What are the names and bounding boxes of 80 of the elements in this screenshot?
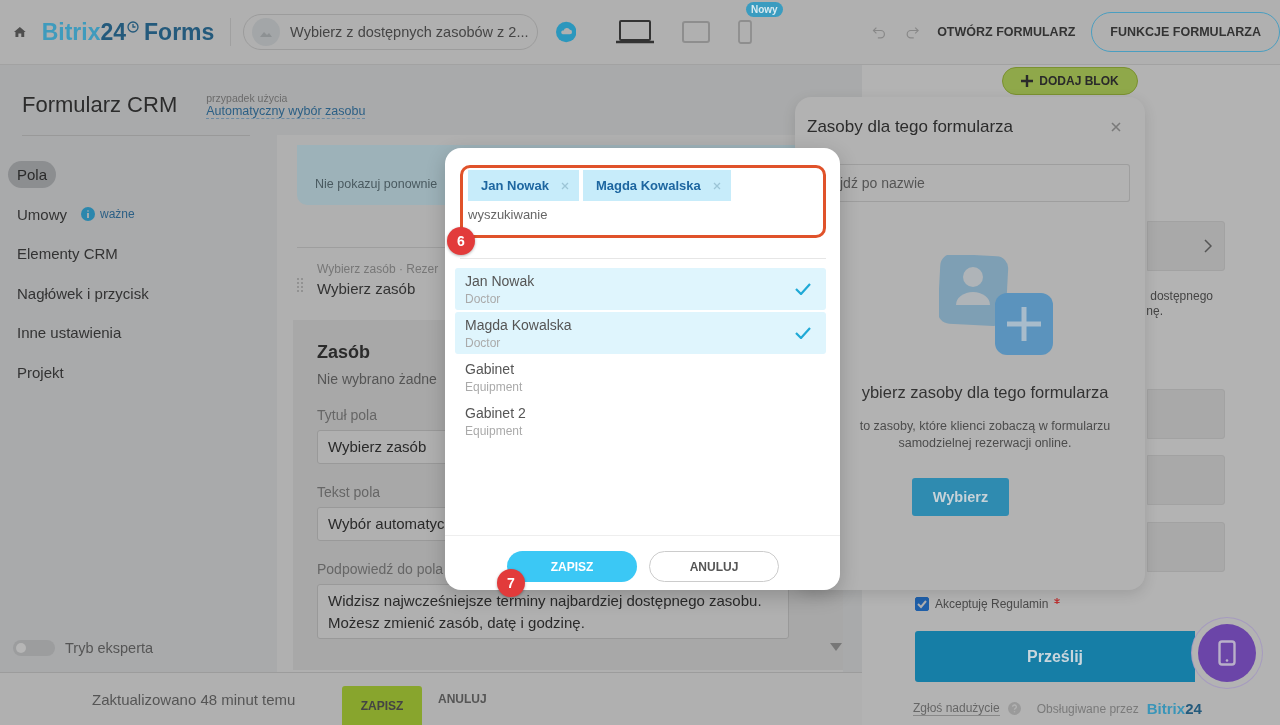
form-field-box[interactable] <box>1147 389 1225 439</box>
form-field-box[interactable] <box>1147 455 1225 505</box>
form-text: nę. <box>1146 304 1163 319</box>
option-type: Equipment <box>465 379 523 394</box>
report-abuse-link[interactable]: Zgłoś nadużycie <box>913 701 1000 716</box>
use-case-link[interactable]: Automatyczny wybór zasobu <box>206 103 366 119</box>
open-form-link[interactable]: OTWÓRZ FORMULARZ <box>937 25 1076 39</box>
powered-by-text: Obsługiwane przez <box>1036 701 1139 716</box>
cancel-button[interactable]: ANULUJ <box>432 691 493 707</box>
sidebar-item[interactable]: Nagłówek i przycisk <box>8 279 158 307</box>
option-item[interactable]: Gabinet 2 Equipment <box>455 400 826 442</box>
important-note: ważne <box>100 207 135 222</box>
remove-icon[interactable] <box>560 181 569 190</box>
empty-state-text: to zasoby, które klienci zobaczą w formularzu <box>859 418 1111 435</box>
option-name: Gabinet <box>465 360 516 377</box>
chevron-right-icon <box>1204 239 1212 253</box>
option-type: Equipment <box>465 423 524 438</box>
section-subtitle: Nie wybrano żadne <box>317 371 437 387</box>
phone-icon[interactable] <box>737 20 752 44</box>
option-name: Gabinet 2 <box>465 404 526 421</box>
empty-state-text: samodzielnej rezerwacji online. <box>898 435 1072 452</box>
help-icon[interactable] <box>1007 702 1021 715</box>
check-icon <box>795 327 811 339</box>
plus-icon <box>1021 75 1034 87</box>
sidebar-item[interactable]: Umowy <box>8 200 76 228</box>
dont-show-again-link[interactable]: Nie pokazuj ponownie <box>315 177 438 191</box>
form-title: Formularz CRM <box>22 92 178 118</box>
drag-handle-icon[interactable] <box>297 278 303 292</box>
search-field[interactable]: jdź po nazwie <box>840 164 1130 202</box>
panel-title: Zasoby dla tego formularza <box>807 117 1013 137</box>
field-label: Tekst pola <box>317 484 381 500</box>
option-type: Doctor <box>465 291 502 306</box>
save-button[interactable]: ZAPISZ <box>342 686 422 725</box>
logo-number: 24 <box>100 18 127 46</box>
logo-product: Forms <box>144 18 215 46</box>
selected-tag[interactable]: Jan Nowak <box>468 170 579 201</box>
redo-icon[interactable] <box>904 24 920 40</box>
home-icon[interactable] <box>14 25 26 39</box>
expert-toggle[interactable] <box>13 640 55 656</box>
phone-icon <box>1218 640 1236 666</box>
expert-mode-label: Tryb eksperta <box>65 640 154 656</box>
option-type: Doctor <box>465 335 502 350</box>
field-label: Tytuł pola <box>317 407 377 423</box>
terms-checkbox[interactable] <box>915 597 929 611</box>
form-field-box[interactable] <box>1147 221 1225 271</box>
form-field-box[interactable] <box>1147 522 1225 572</box>
sidebar-item[interactable]: Pola <box>8 161 57 189</box>
check-icon <box>795 283 811 295</box>
image-icon <box>252 18 281 46</box>
sidebar-item[interactable]: Projekt <box>8 358 73 386</box>
clock-icon <box>127 20 140 33</box>
selected-tag[interactable]: Magda Kowalska <box>582 170 731 201</box>
use-case-label: przypadek użycia <box>206 91 289 104</box>
update-status: Zaktualizowano 48 minut temu <box>92 690 297 708</box>
new-badge: Nowy <box>745 2 783 17</box>
option-name: Jan Nowak <box>465 272 535 289</box>
info-icon <box>81 207 95 222</box>
sidebar-item[interactable]: Inne ustawienia <box>8 319 131 347</box>
field-path: Wybierz zasób · Rezer <box>317 261 439 276</box>
empty-state-title: ybierz zasoby dla tego formularza <box>861 383 1109 402</box>
add-block-button[interactable]: DODAJ BLOK <box>1002 67 1138 95</box>
brand-logo: Bitrix24 <box>1146 700 1202 717</box>
field-label: Podpowiedź do pola <box>317 561 444 577</box>
form-text: dostępnego <box>1150 289 1213 304</box>
laptop-icon[interactable] <box>615 20 654 44</box>
sidebar-item[interactable]: Elementy CRM <box>8 240 127 268</box>
cancel-button[interactable]: ANULUJ <box>649 551 779 582</box>
logo-brand: Bitrix <box>41 18 101 46</box>
option-item[interactable]: Magda Kowalska Doctor <box>455 312 826 354</box>
field-name: Wybierz zasób <box>317 279 417 297</box>
section-title: Zasób <box>317 342 370 363</box>
option-item[interactable]: Jan Nowak Doctor <box>455 268 826 310</box>
tablet-icon[interactable] <box>681 21 710 43</box>
close-icon[interactable] <box>1111 122 1121 132</box>
option-name: Magda Kowalska <box>465 316 572 333</box>
scroll-down-icon[interactable] <box>830 643 842 651</box>
terms-label: Akceptuję Regulamin <box>935 597 1049 611</box>
submit-button[interactable]: Prześlij <box>915 631 1195 682</box>
option-item[interactable]: Gabinet Equipment <box>455 356 826 398</box>
remove-icon[interactable] <box>712 181 721 190</box>
